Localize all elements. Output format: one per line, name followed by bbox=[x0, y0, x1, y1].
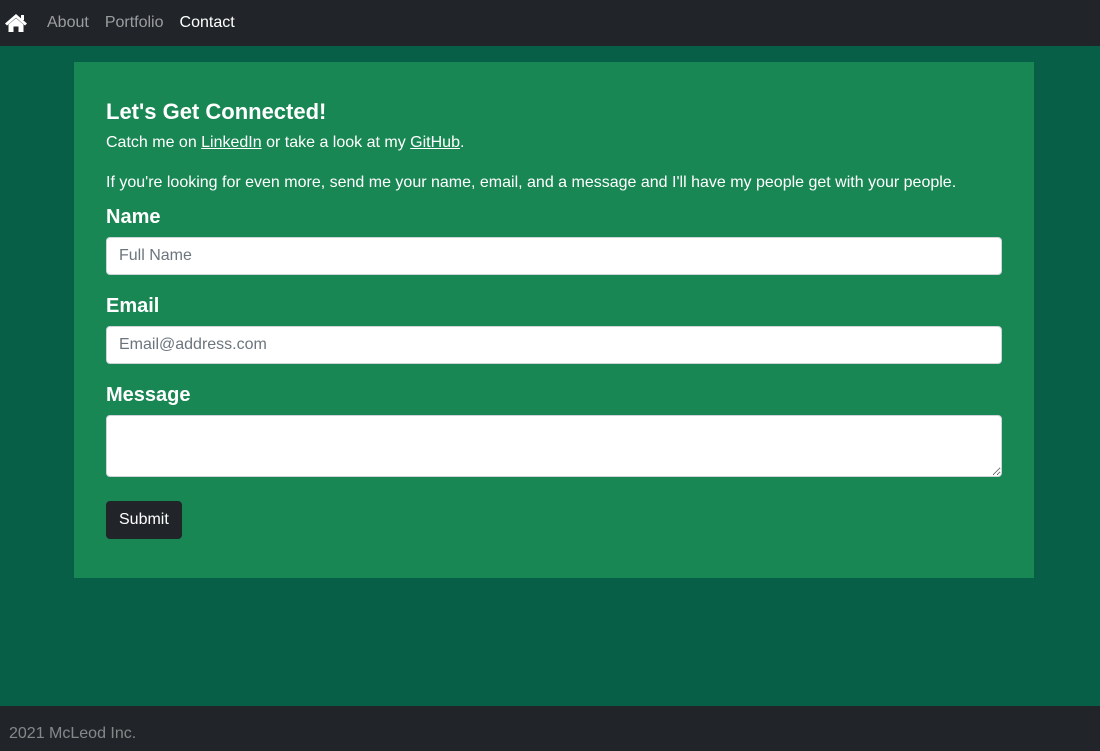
message-group: Message bbox=[106, 382, 1002, 477]
name-input[interactable] bbox=[106, 237, 1002, 275]
contact-form: Name Email Message Submit bbox=[106, 204, 1002, 539]
nav-link-about[interactable]: About bbox=[47, 14, 89, 32]
footer: 2021 McLeod Inc. bbox=[0, 706, 1100, 751]
home-link[interactable] bbox=[0, 5, 36, 41]
name-group: Name bbox=[106, 204, 1002, 275]
name-label: Name bbox=[106, 206, 161, 228]
email-label: Email bbox=[106, 295, 160, 317]
contact-card: Let's Get Connected! Catch me on LinkedI… bbox=[74, 62, 1034, 578]
more-text: If you're looking for even more, send me… bbox=[106, 174, 957, 191]
email-group: Email bbox=[106, 293, 1002, 364]
email-input[interactable] bbox=[106, 326, 1002, 364]
intro-text: Catch me on LinkedIn or take a look at m… bbox=[106, 132, 1002, 154]
page-title: Let's Get Connected! bbox=[106, 99, 327, 124]
message-label: Message bbox=[106, 384, 191, 406]
navbar: About Portfolio Contact bbox=[0, 0, 1100, 46]
intro-suffix: . bbox=[459, 134, 465, 151]
github-link[interactable]: GitHub bbox=[410, 134, 460, 151]
nav-link-contact[interactable]: Contact bbox=[180, 14, 235, 32]
intro-prefix: Catch me on bbox=[106, 134, 202, 151]
nav-link-portfolio[interactable]: Portfolio bbox=[105, 14, 164, 32]
footer-copyright: 2021 McLeod Inc. bbox=[9, 725, 137, 742]
home-icon bbox=[5, 14, 27, 32]
linkedin-link[interactable]: LinkedIn bbox=[201, 134, 262, 151]
nav-links: About Portfolio Contact bbox=[47, 14, 251, 32]
message-textarea[interactable] bbox=[106, 415, 1002, 477]
submit-button[interactable]: Submit bbox=[106, 501, 182, 539]
intro-middle: or take a look at my bbox=[261, 134, 411, 151]
